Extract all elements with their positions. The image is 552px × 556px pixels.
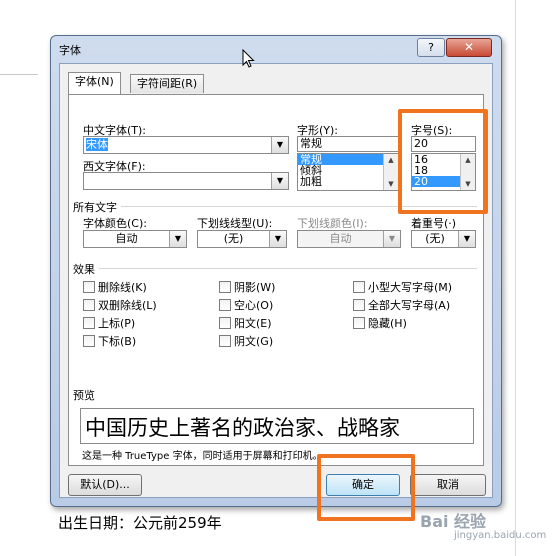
font-color-value: 自动: [115, 232, 138, 245]
emphasis-combo[interactable]: (无) ▼: [411, 230, 476, 248]
small-caps-checkbox[interactable]: 小型大写字母(M): [353, 279, 452, 295]
double-strikethrough-checkbox[interactable]: 双删除线(L): [83, 297, 157, 313]
preview-box: 中国历史上著名的政治家、战略家: [80, 408, 474, 444]
checkbox-icon: [353, 281, 365, 293]
hidden-checkbox[interactable]: 隐藏(H): [353, 315, 407, 331]
font-color-label: 字体颜色(C):: [83, 217, 147, 230]
font-dialog: 字体 ? ✕ 字体(N) 字符间距(R) 中文字体(T): 宋体 ▼ 西文字体(…: [50, 35, 502, 507]
checkbox-icon: [83, 299, 95, 311]
style-list[interactable]: 常规 倾斜 加粗 ▲ ▼: [297, 153, 399, 191]
outline-checkbox[interactable]: 空心(O): [219, 297, 273, 313]
watermark-logo: Bai 经验: [420, 512, 487, 531]
underline-style-label: 下划线线型(U):: [197, 217, 273, 230]
checkbox-icon: [219, 281, 231, 293]
checkbox-icon: [219, 335, 231, 347]
checkbox-icon: [353, 317, 365, 329]
checkbox-icon: [83, 281, 95, 293]
chevron-down-icon[interactable]: ▼: [269, 231, 286, 247]
underline-color-combo: 自动 ▼: [297, 230, 401, 248]
close-button[interactable]: ✕: [446, 38, 492, 57]
document-rule: [0, 74, 38, 75]
underline-color-value: 自动: [329, 232, 352, 245]
chevron-down-icon: ▼: [383, 231, 400, 247]
set-default-button[interactable]: 默认(D)...: [68, 474, 142, 496]
dialog-title: 字体: [59, 44, 81, 57]
style-scrollbar[interactable]: ▲ ▼: [383, 154, 398, 190]
strikethrough-checkbox[interactable]: 删除线(K): [83, 279, 147, 295]
scroll-down-icon[interactable]: ▼: [384, 178, 398, 190]
engrave-checkbox[interactable]: 阴文(G): [219, 333, 273, 349]
all-text-section-label: 所有文字: [73, 201, 117, 214]
checkbox-icon: [83, 335, 95, 347]
checkbox-icon: [219, 299, 231, 311]
help-button[interactable]: ?: [417, 38, 445, 57]
shadow-checkbox[interactable]: 阴影(W): [219, 279, 275, 295]
emphasis-value: (无): [425, 232, 445, 245]
cancel-button[interactable]: 取消: [410, 474, 486, 496]
ok-highlight-frame: [317, 454, 415, 521]
document-margin-line: [515, 0, 516, 556]
checkbox-icon: [83, 317, 95, 329]
section-divider: [99, 268, 477, 269]
effects-section-label: 效果: [73, 263, 95, 276]
tab-character-spacing[interactable]: 字符间距(R): [130, 74, 205, 93]
chevron-down-icon[interactable]: ▼: [169, 231, 186, 247]
underline-style-combo[interactable]: (无) ▼: [197, 230, 287, 248]
size-highlight-frame: [398, 109, 488, 214]
superscript-checkbox[interactable]: 上标(P): [83, 315, 135, 331]
emphasis-label: 着重号(·): [411, 217, 457, 230]
subscript-checkbox[interactable]: 下标(B): [83, 333, 136, 349]
underline-style-value: (无): [223, 232, 244, 245]
font-color-combo[interactable]: 自动 ▼: [83, 230, 187, 248]
checkbox-icon: [353, 299, 365, 311]
chinese-font-value: 宋体: [86, 138, 108, 151]
chevron-down-icon[interactable]: ▼: [271, 173, 288, 189]
chevron-down-icon[interactable]: ▼: [271, 137, 288, 153]
preview-note: 这是一种 TrueType 字体，同时适用于屏幕和打印机。: [82, 451, 323, 462]
preview-text: 中国历史上著名的政治家、战略家: [85, 416, 400, 440]
mouse-cursor-icon: [242, 49, 255, 68]
western-font-combo[interactable]: ▼: [83, 172, 289, 190]
tab-font[interactable]: 字体(N): [68, 72, 121, 94]
underline-color-label: 下划线颜色(I):: [297, 217, 368, 230]
chevron-down-icon[interactable]: ▼: [458, 231, 475, 247]
all-caps-checkbox[interactable]: 全部大写字母(A): [353, 297, 450, 313]
preview-section-label: 预览: [73, 389, 95, 402]
chinese-font-combo[interactable]: 宋体 ▼: [83, 136, 289, 154]
scroll-up-icon[interactable]: ▲: [384, 154, 398, 166]
style-input[interactable]: 常规: [297, 136, 399, 152]
watermark-url: jingyan.baidu.com: [454, 530, 547, 541]
document-text: 出生日期：公元前259年: [58, 514, 222, 532]
emboss-checkbox[interactable]: 阳文(E): [219, 315, 272, 331]
checkbox-icon: [219, 317, 231, 329]
